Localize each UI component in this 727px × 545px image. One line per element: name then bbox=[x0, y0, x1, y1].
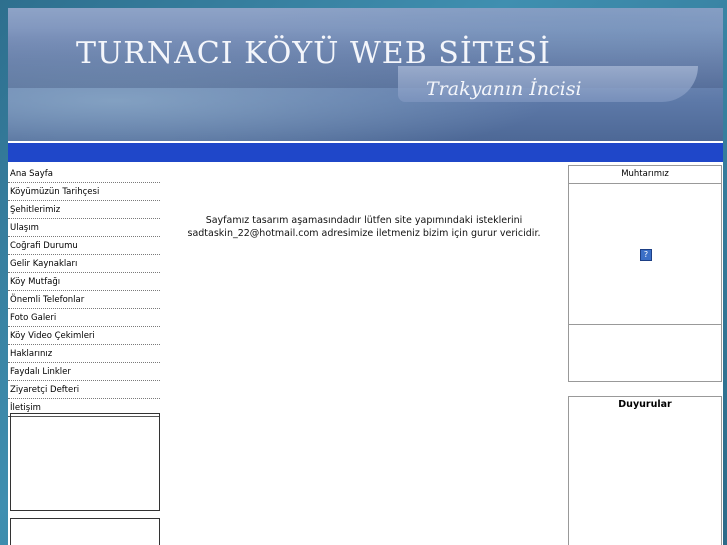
site-subtitle: Trakyanın İncisi bbox=[426, 78, 582, 100]
muhtar-panel: Muhtarımız ? bbox=[568, 165, 722, 382]
muhtar-lower-box bbox=[569, 324, 721, 382]
main-message: Sayfamız tasarım aşamasındadır lütfen si… bbox=[178, 214, 550, 240]
nav-item-tarihce[interactable]: Köyümüzün Tarihçesi bbox=[8, 184, 160, 201]
nav-item-onemli-telefonlar[interactable]: Önemli Telefonlar bbox=[8, 292, 160, 309]
page-container: TURNACI KÖYÜ WEB SİTESİ Trakyanın İncisi… bbox=[8, 8, 723, 545]
nav-item-gelir-kaynaklari[interactable]: Gelir Kaynakları bbox=[8, 256, 160, 273]
nav-item-ana-sayfa[interactable]: Ana Sayfa bbox=[8, 166, 160, 183]
site-title: TURNACI KÖYÜ WEB SİTESİ bbox=[76, 36, 551, 71]
broken-image-icon: ? bbox=[640, 249, 652, 261]
main-message-line-1: Sayfamız tasarım aşamasındadır lütfen si… bbox=[205, 215, 523, 226]
nav-item-ziyaretci-defteri[interactable]: Ziyaretçi Defteri bbox=[8, 382, 160, 399]
sidebar-box-1 bbox=[10, 413, 160, 511]
sidebar-box-2 bbox=[10, 518, 160, 545]
muhtar-title: Muhtarımız bbox=[569, 166, 721, 184]
sidebar-nav: Ana Sayfa Köyümüzün Tarihçesi Şehitlerim… bbox=[8, 166, 160, 418]
nav-item-faydali-linkler[interactable]: Faydalı Linkler bbox=[8, 364, 160, 381]
header-banner: TURNACI KÖYÜ WEB SİTESİ Trakyanın İncisi bbox=[8, 8, 723, 141]
nav-item-koy-mutfagi[interactable]: Köy Mutfağı bbox=[8, 274, 160, 291]
announcements-title: Duyurular bbox=[618, 399, 672, 410]
nav-item-video-cekimleri[interactable]: Köy Video Çekimleri bbox=[8, 328, 160, 345]
announcements-panel: Duyurular bbox=[568, 396, 722, 545]
header-bar bbox=[8, 143, 723, 162]
nav-item-haklariniz[interactable]: Haklarınız bbox=[8, 346, 160, 363]
nav-item-foto-galeri[interactable]: Foto Galeri bbox=[8, 310, 160, 327]
nav-item-sehitlerimiz[interactable]: Şehitlerimiz bbox=[8, 202, 160, 219]
nav-item-cografi-durumu[interactable]: Coğrafi Durumu bbox=[8, 238, 160, 255]
main-message-line-2: sadtaskin_22@hotmail.com adresimize ilet… bbox=[187, 228, 541, 239]
nav-item-ulasim[interactable]: Ulaşım bbox=[8, 220, 160, 237]
